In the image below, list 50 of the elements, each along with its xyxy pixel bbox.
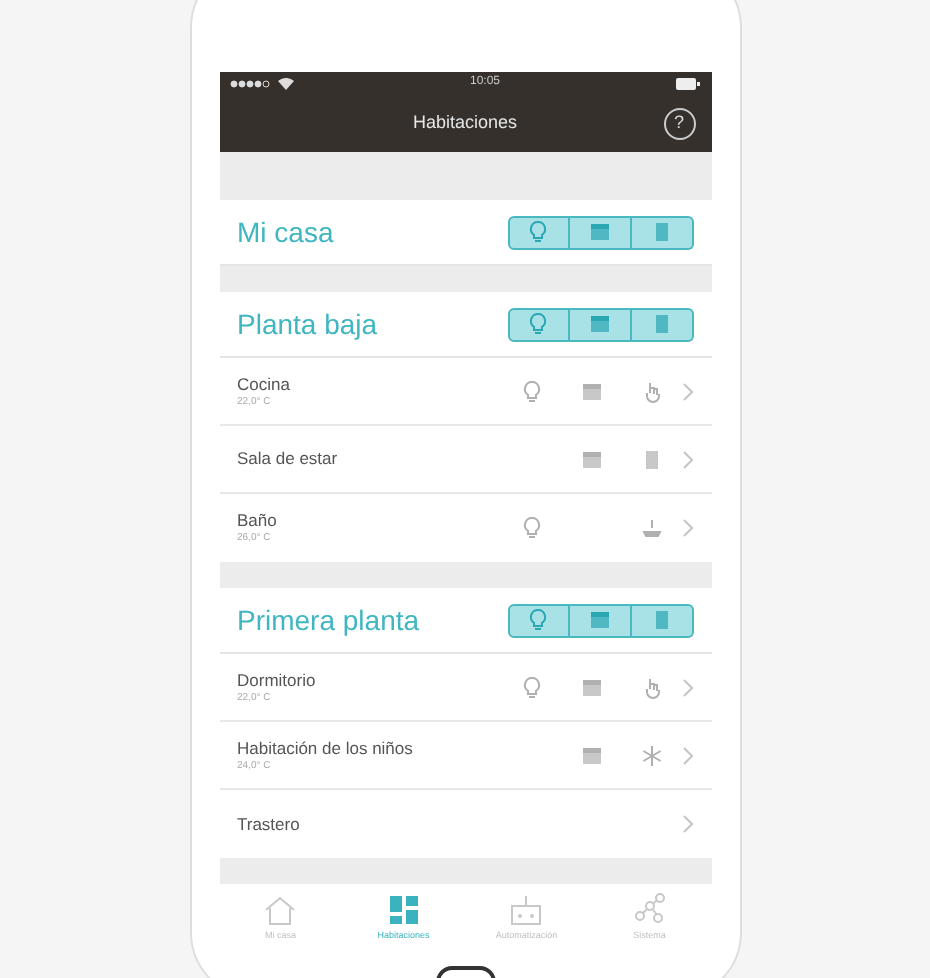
window-blind-icon [579,379,603,403]
group-control-button[interactable] [631,603,693,637]
header-title: Habitaciones [412,109,518,136]
heater-icon [639,516,663,540]
group-control-button[interactable] [507,215,569,249]
grid-icon [385,892,422,929]
window-blind-icon [579,675,603,699]
group-control-button[interactable] [631,307,693,341]
group-control-button[interactable] [569,215,631,249]
snowflake-icon [639,743,663,767]
battery-icon [676,77,701,89]
window-blind-icon [587,312,611,336]
bulb-icon [526,220,550,244]
group-control-button[interactable] [507,307,569,341]
group-control-button[interactable] [507,603,569,637]
help-button[interactable]: ? [663,107,695,139]
room-name: Cocina [237,373,292,395]
network-icon [631,892,668,929]
section-title: Planta baja [237,305,378,344]
room-name: Dormitorio [237,669,318,691]
group-control-button[interactable] [631,215,693,249]
room-row[interactable]: Trastero [219,790,711,858]
room-row[interactable]: Sala de estar [219,426,711,494]
bulb-icon [519,675,543,699]
home-icon [262,892,299,929]
chevron-right-icon [681,745,693,765]
chevron-right-icon [681,677,693,697]
window-blind-icon [579,447,603,471]
bulb-icon [526,608,550,632]
section-title: Primera planta [237,601,420,640]
section-title: Mi casa [237,213,334,251]
group-control-button[interactable] [569,603,631,637]
chevron-right-icon [681,449,693,469]
room-name: Sala de estar [237,448,340,470]
room-name: Habitación de los niños [237,737,415,759]
robot-icon [508,892,545,929]
bulb-icon [519,379,543,403]
group-control-button[interactable] [569,307,631,341]
window-blind-icon [587,220,611,244]
bulb-icon [526,312,550,336]
window-blind-icon [587,608,611,632]
room-name: Trastero [237,813,302,835]
chevron-right-icon [681,518,693,538]
bulb-icon [519,516,543,540]
signal-icon [229,79,269,87]
room-name: Baño [237,510,279,532]
window-blind-icon [579,743,603,767]
wifi-icon [277,77,293,89]
chevron-right-icon [681,814,693,834]
chevron-right-icon [681,381,693,401]
